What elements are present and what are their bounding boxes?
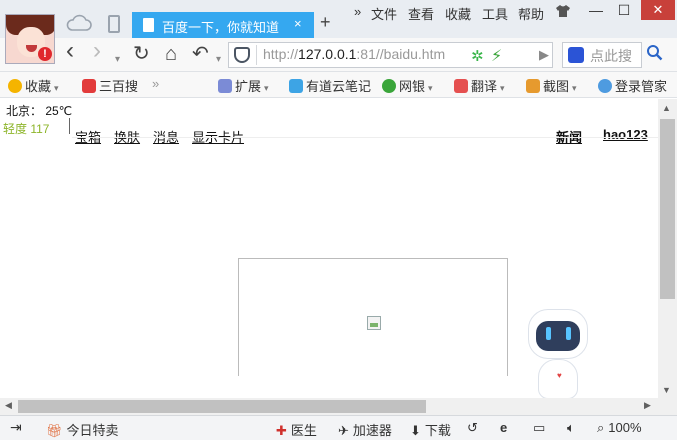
avatar-alert-badge: ! <box>38 47 52 61</box>
screenshot-icon <box>526 79 540 93</box>
extensions-icon <box>218 79 232 93</box>
navigation-bar: ‹ › ▾ ↻ ⌂ ↶ ▾ http://127.0.0.1:81//baidu… <box>0 38 677 72</box>
gift-icon: 🎁︎ <box>46 423 63 438</box>
sync-icon[interactable]: ↺ <box>467 420 478 436</box>
security-shield-icon[interactable] <box>234 47 250 63</box>
menu-help[interactable]: 帮助 <box>518 4 544 23</box>
login-manager-icon <box>598 79 612 93</box>
scroll-up-icon[interactable]: ▲ <box>662 103 671 113</box>
status-bar: ⇥ 🎁︎ 今日特卖 ✚ 医生 ✈ 加速器 ⬇ 下载 ↺ e ▭ 🔈︎ ⌕ 100% <box>0 415 677 440</box>
browser-window: 百度一下，你就知道 × + » 文件 查看 收藏 工具 帮助 — ☐ ✕ ‹ ›… <box>0 0 677 440</box>
maximize-button[interactable]: ☐ <box>610 0 638 20</box>
baidu-paw-icon[interactable] <box>568 47 584 63</box>
undo-close-tab-icon[interactable]: ↶ <box>192 43 209 65</box>
user-avatar[interactable]: ! <box>5 14 55 64</box>
sidebar-toggle-icon[interactable]: ⇥ <box>10 419 22 436</box>
loading-spinner-icon: ✲ <box>471 48 484 65</box>
mobile-icon[interactable] <box>108 15 120 33</box>
broken-image-icon <box>367 316 381 330</box>
bookmark-online-bank[interactable]: 网银 ▾ <box>382 76 433 95</box>
history-dropdown-icon[interactable]: ▾ <box>115 49 120 71</box>
scroll-down-icon[interactable]: ▼ <box>662 385 671 395</box>
forward-icon[interactable]: › <box>93 39 101 63</box>
back-icon[interactable]: ‹ <box>66 39 74 63</box>
translate-icon <box>454 79 468 93</box>
new-tab-button[interactable]: + <box>320 12 331 33</box>
bookmark-sanbaisou[interactable]: 三百搜 <box>82 76 138 95</box>
undo-dropdown-icon[interactable]: ▾ <box>216 49 221 71</box>
weather-text: 北京： 25℃ <box>6 104 73 118</box>
weather-divider <box>69 118 70 134</box>
star-icon <box>8 79 22 93</box>
accelerator-button[interactable]: ✈ 加速器 <box>338 420 392 439</box>
go-arrow-icon[interactable]: ▶ <box>539 47 549 63</box>
bank-icon <box>382 79 396 93</box>
bookmark-extensions[interactable]: 扩展 ▾ <box>218 76 269 95</box>
search-icon[interactable] <box>646 44 663 66</box>
cloud-icon[interactable] <box>66 14 92 35</box>
window-close-button[interactable]: ✕ <box>641 0 675 20</box>
skin-shirt-icon[interactable] <box>555 4 571 21</box>
air-quality-text: 轻度 117 <box>3 122 50 136</box>
ie-mode-icon[interactable]: e <box>500 420 507 435</box>
medical-cross-icon: ✚ <box>276 423 287 438</box>
scrollbar-corner <box>658 398 677 415</box>
menu-favorites[interactable]: 收藏 <box>445 4 471 23</box>
search-box[interactable]: 点此搜 <box>562 42 642 68</box>
bookmarks-bar: 收藏 ▾ 三百搜 » 扩展 ▾ 有道云笔记 网银 ▾ 翻译 ▾ 截图 ▾ 登录管家 <box>0 72 677 98</box>
header-divider <box>72 137 658 138</box>
volume-icon[interactable]: 🔈︎ <box>567 420 575 436</box>
youdao-icon <box>289 79 303 93</box>
address-bar[interactable]: http://127.0.0.1:81//baidu.htm ✲ ⚡ ▶ <box>228 42 553 68</box>
bookmark-screenshot[interactable]: 截图 ▾ <box>526 76 577 95</box>
menu-file[interactable]: 文件 <box>371 4 397 23</box>
zoom-icon: ⌕ <box>597 420 605 435</box>
tab-bar: 百度一下，你就知道 × + » 文件 查看 收藏 工具 帮助 — ☐ ✕ <box>0 0 677 38</box>
tab-baidu[interactable]: 百度一下，你就知道 × <box>132 12 314 38</box>
vertical-scrollbar[interactable]: ▲ ▼ <box>658 99 677 399</box>
screen-icon[interactable]: ▭ <box>533 420 545 436</box>
speed-mode-icon[interactable]: ⚡ <box>491 46 502 66</box>
home-icon[interactable]: ⌂ <box>165 43 177 65</box>
download-icon: ⬇ <box>410 423 421 438</box>
tab-close-button[interactable]: × <box>294 16 302 31</box>
refresh-icon[interactable]: ↻ <box>133 43 150 65</box>
vertical-scroll-thumb[interactable] <box>660 119 675 299</box>
scroll-left-icon[interactable]: ◀ <box>5 400 12 411</box>
search-placeholder: 点此搜 <box>590 48 632 64</box>
menu-tools[interactable]: 工具 <box>482 4 508 23</box>
horizontal-scroll-thumb[interactable] <box>18 400 426 413</box>
menu-more-icon[interactable]: » <box>354 4 361 19</box>
minimize-button[interactable]: — <box>582 0 610 20</box>
page-content: 北京： 25℃ 轻度 117 宝箱 换肤 消息 显示卡片 新闻 hao123 ♥ <box>0 99 658 399</box>
horizontal-scrollbar[interactable]: ◀ ▶ <box>0 398 658 415</box>
menu-view[interactable]: 查看 <box>408 4 434 23</box>
download-button[interactable]: ⬇ 下载 <box>410 420 451 439</box>
bookmark-translate[interactable]: 翻译 ▾ <box>454 76 505 95</box>
bookmarks-overflow-icon[interactable]: » <box>152 76 159 91</box>
bookmark-login-manager[interactable]: 登录管家 <box>598 76 667 95</box>
scroll-right-icon[interactable]: ▶ <box>644 400 651 411</box>
zoom-control[interactable]: ⌕ 100% <box>597 420 642 436</box>
bookmark-favorites[interactable]: 收藏 ▾ <box>8 76 59 95</box>
address-divider <box>256 45 257 65</box>
sanbaisou-icon <box>82 79 96 93</box>
robot-assistant-icon[interactable]: ♥ <box>524 309 596 399</box>
url-text[interactable]: http://127.0.0.1:81//baidu.htm <box>263 46 445 62</box>
rocket-icon: ✈ <box>338 423 349 438</box>
link-hao123[interactable]: hao123 <box>603 127 648 142</box>
tab-title: 百度一下，你就知道 <box>162 20 280 35</box>
bookmark-youdao-notes[interactable]: 有道云笔记 <box>289 76 371 95</box>
page-icon <box>143 18 154 32</box>
doctor-button[interactable]: ✚ 医生 <box>276 420 317 439</box>
daily-deals-button[interactable]: 🎁︎ 今日特卖 <box>46 420 119 439</box>
